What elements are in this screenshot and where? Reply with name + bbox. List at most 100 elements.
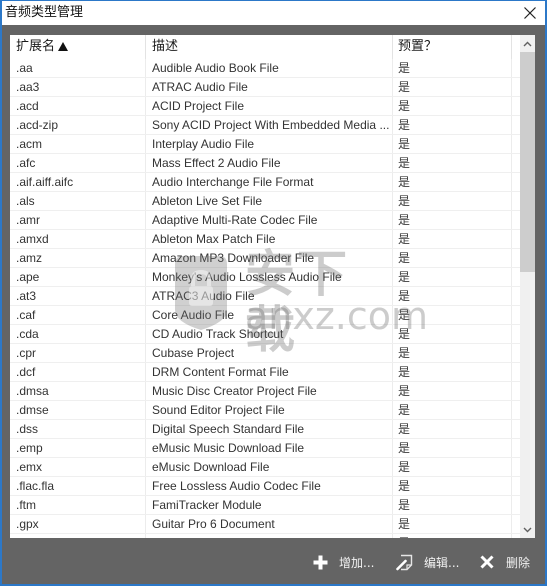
description-cell: Ableton Live Set File [146,192,393,210]
delete-button-label: 删除 [506,555,531,570]
column-header-description[interactable]: 描述 [146,35,393,59]
table-row[interactable]: .flac.fla Free Lossless Audio Codec File 是 [10,477,520,496]
table-row[interactable]: .amz Amazon MP3 Downloader File 是 [10,249,520,268]
table-row[interactable]: .als Ableton Live Set File 是 [10,192,520,211]
preset-cell: 是 [393,382,512,400]
table-row[interactable]: .dcf DRM Content Format File 是 [10,363,520,382]
table-row[interactable]: .dss Digital Speech Standard File 是 [10,420,520,439]
description-cell: Sound Editor Project File [146,401,393,419]
extension-cell: .amz [10,249,146,267]
delete-button[interactable]: 删除 [480,548,530,576]
table-row[interactable]: .aa3 ATRAC Audio File 是 [10,78,520,97]
title-bar: 音频类型管理 [2,1,545,25]
description-cell: ACID Project File [146,97,393,115]
chevron-up-icon [523,41,532,46]
table-row[interactable]: 是 [10,534,520,538]
vertical-scrollbar[interactable] [520,35,535,538]
scroll-up-button[interactable] [520,35,535,52]
table-row[interactable]: .caf Core Audio File 是 [10,306,520,325]
chevron-down-icon [523,527,532,532]
table-row[interactable]: .emp eMusic Music Download File 是 [10,439,520,458]
preset-cell: 是 [393,306,512,324]
table-row[interactable]: .emx eMusic Download File 是 [10,458,520,477]
delete-icon [480,555,494,569]
description-cell: ATRAC3 Audio File [146,287,393,305]
preset-cell: 是 [393,458,512,476]
column-header-extension[interactable]: 扩展名 [10,35,146,59]
preset-cell: 是 [393,534,512,538]
table-row[interactable]: .at3 ATRAC3 Audio File 是 [10,287,520,306]
preset-cell: 是 [393,173,512,191]
column-header-label: 预置？ [398,39,438,54]
extension-cell: .ftm [10,496,146,514]
extension-cell: .amxd [10,230,146,248]
description-cell: Mass Effect 2 Audio File [146,154,393,172]
preset-cell: 是 [393,249,512,267]
close-button[interactable] [521,4,539,22]
description-cell: eMusic Download File [146,458,393,476]
file-type-table: 扩展名 描述 预置？ .aa Audible Audio Book File 是 .a… [10,35,535,538]
table-row[interactable]: .amxd Ableton Max Patch File 是 [10,230,520,249]
table-row[interactable]: .aif.aiff.aifc Audio Interchange File For… [10,173,520,192]
scrollbar-thumb[interactable] [520,52,535,272]
window-title: 音频类型管理 [5,5,84,20]
table-row[interactable]: .cpr Cubase Project 是 [10,344,520,363]
table-row[interactable]: .dmsa Music Disc Creator Project File 是 [10,382,520,401]
preset-cell: 是 [393,515,512,533]
preset-cell: 是 [393,344,512,362]
header-filler [512,35,520,59]
table-row[interactable]: .dmse Sound Editor Project File 是 [10,401,520,420]
extension-cell: .emx [10,458,146,476]
extension-cell: .at3 [10,287,146,305]
table-row[interactable]: .gpx Guitar Pro 6 Document 是 [10,515,520,534]
extension-cell: .acd [10,97,146,115]
extension-cell: .gpx [10,515,146,533]
description-cell: CD Audio Track Shortcut [146,325,393,343]
table-row[interactable]: .cda CD Audio Track Shortcut 是 [10,325,520,344]
table-row[interactable]: .acm Interplay Audio File 是 [10,135,520,154]
extension-cell: .caf [10,306,146,324]
description-cell: ATRAC Audio File [146,78,393,96]
description-cell: Music Disc Creator Project File [146,382,393,400]
sort-ascending-icon [58,42,69,51]
extension-cell: .dss [10,420,146,438]
extension-cell: .cpr [10,344,146,362]
preset-cell: 是 [393,116,512,134]
extension-cell: .dcf [10,363,146,381]
action-toolbar: 增加... 编辑... 删除 [0,548,547,576]
description-cell: Monkey's Audio Lossless Audio File [146,268,393,286]
extension-cell: .cda [10,325,146,343]
description-cell: Core Audio File [146,306,393,324]
preset-cell: 是 [393,496,512,514]
table-row[interactable]: .amr Adaptive Multi-Rate Codec File 是 [10,211,520,230]
column-header-preset[interactable]: 预置？ [393,35,512,59]
add-button[interactable]: 增加... [313,548,374,576]
preset-cell: 是 [393,439,512,457]
description-cell: eMusic Music Download File [146,439,393,457]
description-cell: FamiTracker Module [146,496,393,514]
description-cell [146,534,393,538]
plus-icon [313,555,328,569]
table-header: 扩展名 描述 预置？ [10,35,520,59]
column-header-label: 描述 [152,39,179,54]
edit-button[interactable]: 编辑... [396,548,459,576]
preset-cell: 是 [393,135,512,153]
table-row[interactable]: .ape Monkey's Audio Lossless Audio File 是 [10,268,520,287]
preset-cell: 是 [393,59,512,77]
table-row[interactable]: .afc Mass Effect 2 Audio File 是 [10,154,520,173]
preset-cell: 是 [393,363,512,381]
table-row[interactable]: .ftm FamiTracker Module 是 [10,496,520,515]
description-cell: DRM Content Format File [146,363,393,381]
table-row[interactable]: .aa Audible Audio Book File 是 [10,59,520,78]
preset-cell: 是 [393,401,512,419]
preset-cell: 是 [393,477,512,495]
preset-cell: 是 [393,192,512,210]
table-row[interactable]: .acd ACID Project File 是 [10,97,520,116]
edit-button-label: 编辑... [424,555,460,570]
description-cell: Amazon MP3 Downloader File [146,249,393,267]
table-row[interactable]: .acd-zip Sony ACID Project With Embedded … [10,116,520,135]
scroll-down-button[interactable] [520,521,535,538]
extension-cell: .flac.fla [10,477,146,495]
description-cell: Audio Interchange File Format [146,173,393,191]
description-cell: Digital Speech Standard File [146,420,393,438]
